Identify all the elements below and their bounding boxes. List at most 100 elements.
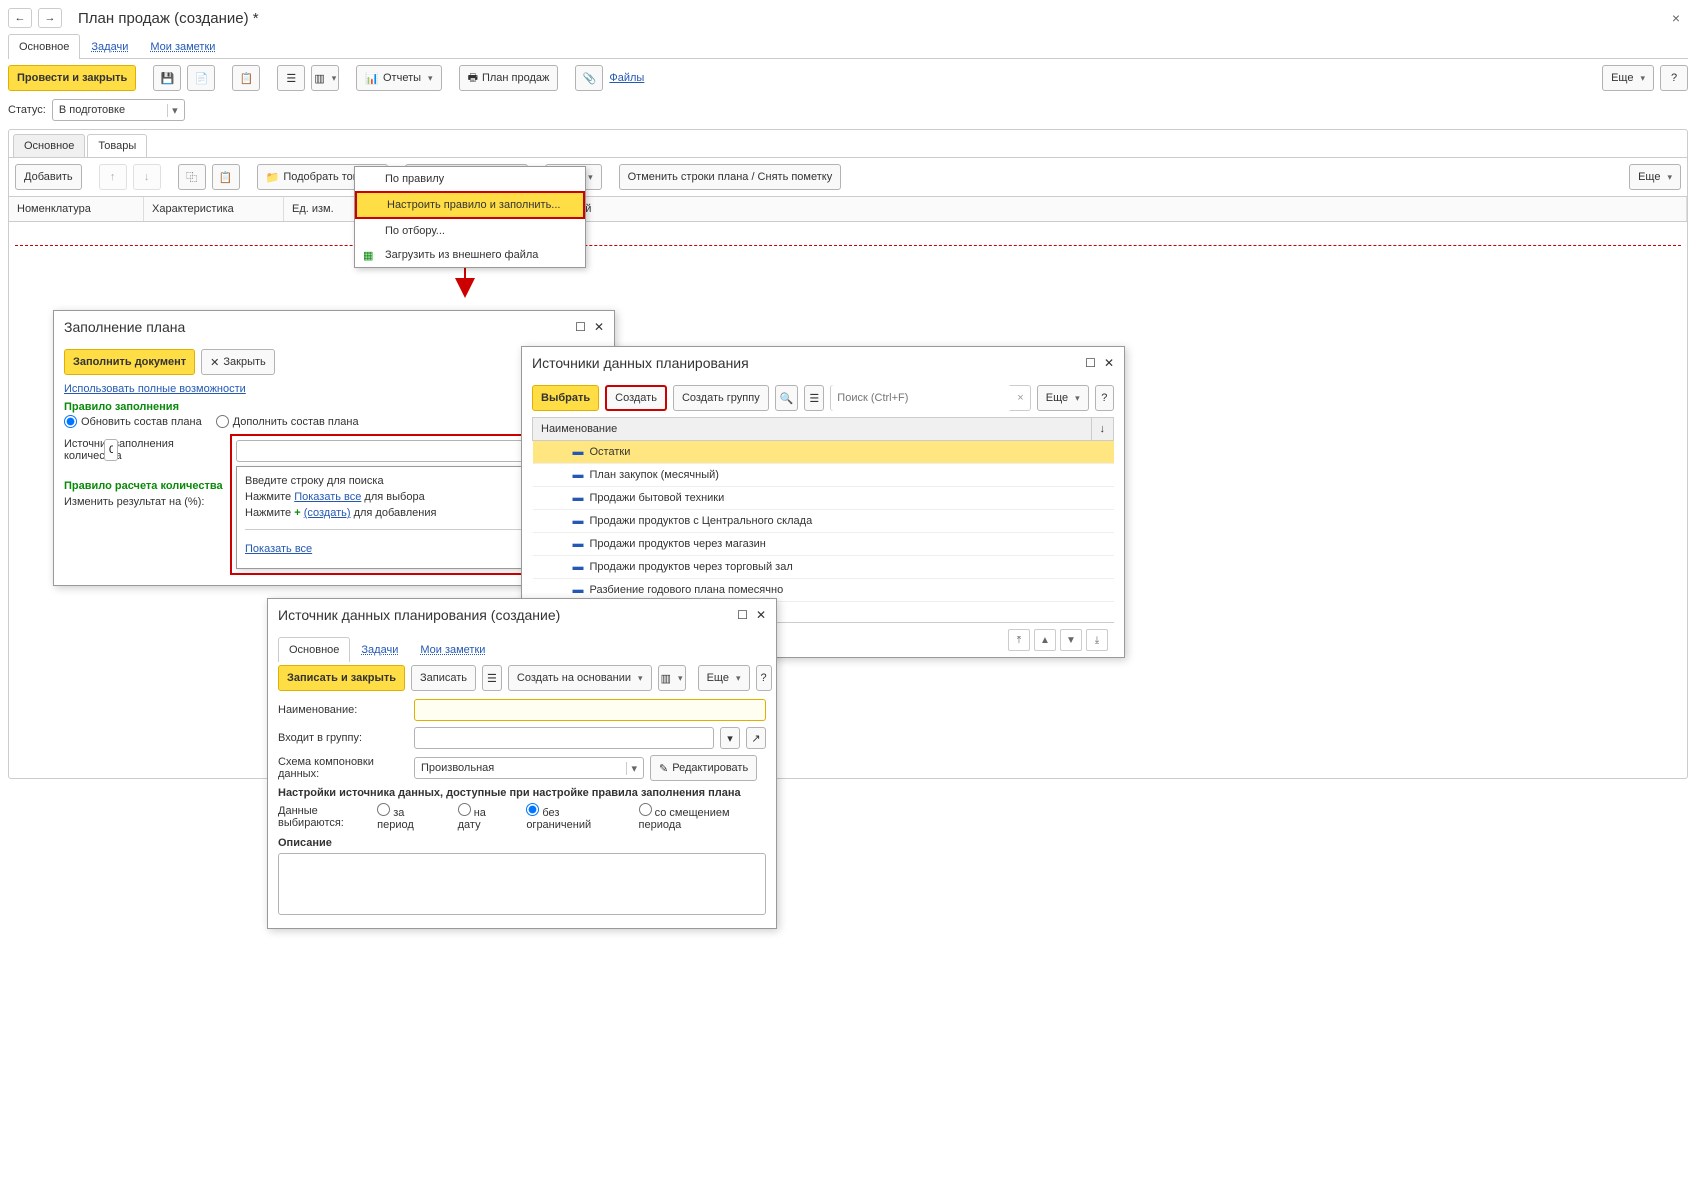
create-inline[interactable]: (создать) [304,507,351,519]
opt-period[interactable]: за период [377,803,439,831]
dlg1-max-icon[interactable]: ☐ [575,320,586,334]
dlg1-close-icon[interactable]: ✕ [594,320,604,334]
forward-button[interactable]: → [38,8,62,28]
dlg2-help-button[interactable]: ? [1095,385,1114,411]
data-select-label: Данные выбираются: [278,805,371,829]
files-link[interactable]: Файлы [609,72,644,84]
dlg1-close-button[interactable]: ✕ Закрыть [201,349,275,375]
table-row[interactable]: ▬Остатки [533,441,1114,464]
tab-tasks[interactable]: Задачи [80,34,139,59]
search-input[interactable] [831,385,1011,411]
dlg3-close-icon[interactable]: ✕ [756,608,766,622]
status-select[interactable]: В подготовке ▾ [52,99,185,121]
desc-textarea[interactable] [278,853,766,915]
radio-append[interactable]: Дополнить состав плана [216,415,359,428]
dlg3-struct-icon[interactable]: ▥▾ [658,665,686,691]
menu-configure-rule[interactable]: Настроить правило и заполнить... [355,191,585,219]
dlg3-tab-tasks[interactable]: Задачи [350,637,409,662]
opt-unlimited[interactable]: без ограничений [526,803,620,831]
percent-input[interactable] [104,439,118,461]
close-page[interactable]: × [1664,10,1688,26]
dlg2-close-icon[interactable]: ✕ [1104,356,1114,370]
dlg3-tab-main[interactable]: Основное [278,637,350,662]
group-label: Входит в группу: [278,732,408,744]
dlg3-tab-notes[interactable]: Мои заметки [409,637,496,662]
table-header: Номенклатура Характеристика Ед. изм. рий [9,196,1687,222]
page-last-icon[interactable]: ⤓ [1086,629,1108,651]
name-input[interactable] [414,699,766,721]
table-row[interactable]: ▬Продажи бытовой техники [533,487,1114,510]
dlg3-max-icon[interactable]: ☐ [737,608,748,622]
group-open-icon[interactable]: ↗ [746,727,766,749]
inner-more-button[interactable]: Еще ▾ [1629,164,1681,190]
select-button[interactable]: Выбрать [532,385,599,411]
header-tabs: Основное Задачи Мои заметки [8,34,1688,59]
clear-search-icon[interactable]: × [1011,392,1029,404]
dlg1-title: Заполнение плана [64,319,185,335]
inner-tab-goods[interactable]: Товары [87,134,147,157]
menu-load-file[interactable]: ▦Загрузить из внешнего файла [355,243,585,267]
attach-icon[interactable]: 📎 [575,65,603,91]
group-input[interactable] [414,727,714,749]
settings-section-label: Настройки источника данных, доступные пр… [278,787,766,799]
save-close-button[interactable]: Записать и закрыть [278,665,405,691]
opt-shift[interactable]: со смещением периода [639,803,766,831]
tab-main[interactable]: Основное [8,34,80,59]
help-button[interactable]: ? [1660,65,1688,91]
more-button[interactable]: Еще ▾ [1602,65,1654,91]
fill-goods-menu: По правилу Настроить правило и заполнить… [354,166,586,268]
table-row[interactable]: ▬Продажи продуктов с Центрального склада [533,510,1114,533]
tab-notes[interactable]: Мои заметки [139,34,226,59]
post-close-button[interactable]: Провести и закрыть [8,65,136,91]
copy-row-icon[interactable]: ⿻ [178,164,206,190]
dlg2-more-button[interactable]: Еще ▾ [1037,385,1089,411]
create-button[interactable]: Создать [605,385,667,411]
find-icon[interactable]: 🔍 [775,385,799,411]
opt-date[interactable]: на дату [458,803,509,831]
menu-by-filter[interactable]: По отбору... [355,219,585,243]
up-icon[interactable]: ↑ [99,164,127,190]
copy-icon[interactable]: 📋 [232,65,260,91]
inner-tab-main[interactable]: Основное [13,134,85,157]
create-based-button[interactable]: Создать на основании ▾ [508,665,652,691]
table-row[interactable]: ▬Продажи продуктов через торговый зал [533,556,1114,579]
table-row[interactable]: ▬План закупок (месячный) [533,464,1114,487]
reports-button[interactable]: 📊 Отчеты ▾ [356,65,441,91]
dlg3-help-button[interactable]: ? [756,665,772,691]
calc-section-label: Правило расчета количества [64,480,224,492]
percent-label: Изменить результат на (%): [64,496,204,508]
page-up-icon[interactable]: ▲ [1034,629,1056,651]
scheme-select[interactable]: Произвольная▾ [414,757,644,779]
group-dd-icon[interactable]: ▾ [720,727,740,749]
show-all-inline[interactable]: Показать все [294,491,361,503]
paste-row-icon[interactable]: 📋 [212,164,240,190]
save-icon[interactable]: 💾 [153,65,181,91]
dlg2-max-icon[interactable]: ☐ [1085,356,1096,370]
struct-icon[interactable]: ▥▾ [311,65,339,91]
page-down-icon[interactable]: ▼ [1060,629,1082,651]
cancel-rows-button[interactable]: Отменить строки плана / Снять пометку [619,164,842,190]
use-full-link[interactable]: Использовать полные возможности [64,383,246,395]
dlg3-list-icon[interactable]: ☰ [482,665,502,691]
edit-button[interactable]: ✎ Редактировать [650,755,757,781]
source-input[interactable] [236,440,554,462]
sales-plan-button[interactable]: 🖶 План продаж [459,65,559,91]
menu-by-rule[interactable]: По правилу [355,167,585,191]
down-icon[interactable]: ↓ [133,164,161,190]
radio-update[interactable]: Обновить состав плана [64,415,202,428]
table-row[interactable]: ▬Продажи продуктов через магазин [533,533,1114,556]
dlg3-more-button[interactable]: Еще ▾ [698,665,750,691]
list-mode-icon[interactable]: ☰ [804,385,824,411]
save-button[interactable]: Записать [411,665,476,691]
dialog-create-source: Источник данных планирования (создание) … [267,598,777,929]
fill-doc-button[interactable]: Заполнить документ [64,349,195,375]
show-all-link[interactable]: Показать все [245,543,312,555]
list-icon[interactable]: ☰ [277,65,305,91]
create-group-button[interactable]: Создать группу [673,385,769,411]
back-button[interactable]: ← [8,8,32,28]
post-icon[interactable]: 📄 [187,65,215,91]
add-button[interactable]: Добавить [15,164,82,190]
dlg3-title: Источник данных планирования (создание) [278,607,560,623]
page-first-icon[interactable]: ⤒ [1008,629,1030,651]
table-body[interactable] [15,226,1681,246]
